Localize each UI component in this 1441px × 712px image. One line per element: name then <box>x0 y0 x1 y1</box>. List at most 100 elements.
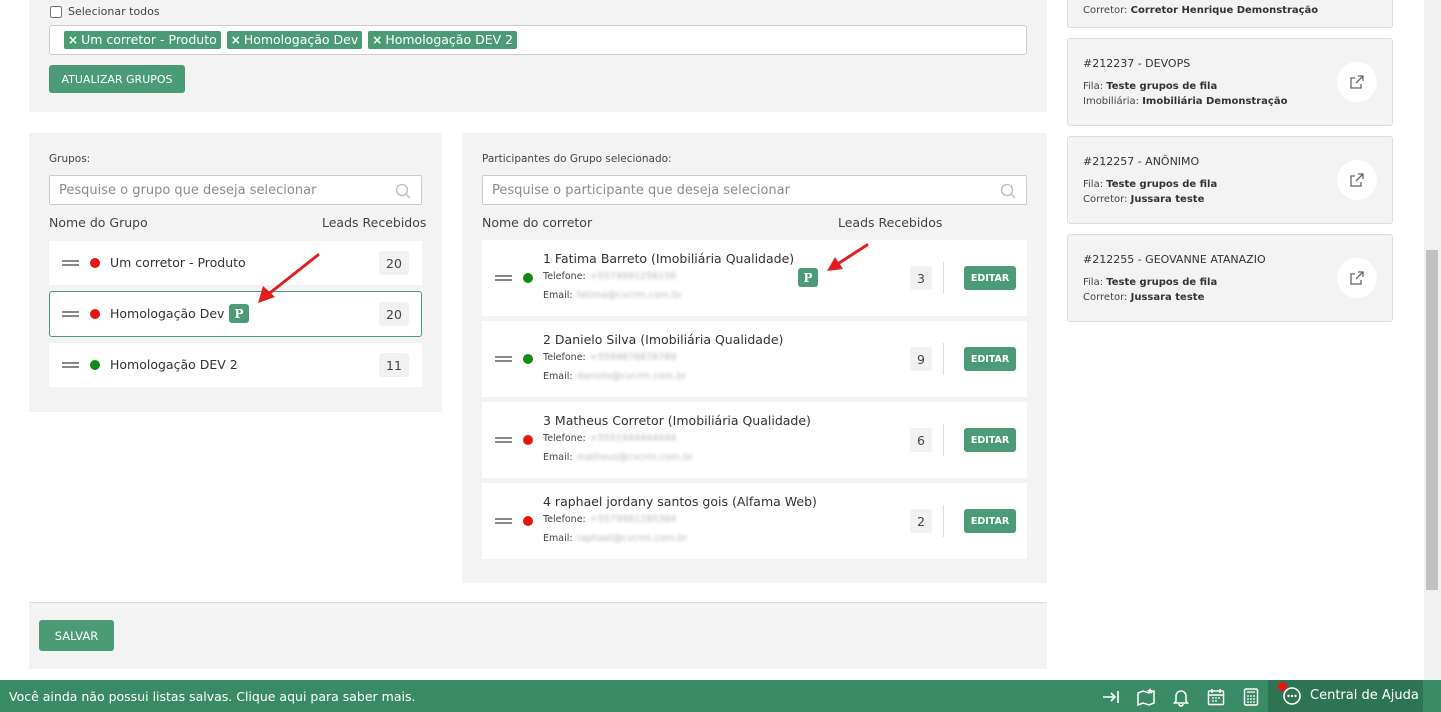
group-tag[interactable]: × Homologação DEV 2 <box>368 31 518 49</box>
card-queue-line: Fila: Teste grupos de fila <box>1083 81 1217 92</box>
group-row[interactable]: Homologação DEV 2 11 <box>49 343 422 387</box>
group-tag[interactable]: × Homologação Dev <box>226 31 363 49</box>
participant-phone-line: Telefone: +5579981285384 <box>543 514 676 525</box>
participant-name: 4 raphael jordany santos gois (Alfama We… <box>543 494 817 509</box>
edit-participant-button[interactable]: EDITAR <box>964 428 1016 452</box>
drag-handle-icon[interactable] <box>495 437 512 443</box>
status-dot <box>523 273 533 283</box>
calendar-icon[interactable] <box>1206 687 1226 707</box>
drag-handle-icon[interactable] <box>62 362 79 368</box>
participant-name: 2 Danielo Silva (Imobiliária Qualidade) <box>543 332 784 347</box>
drag-handle-icon[interactable] <box>62 260 79 266</box>
calculator-icon[interactable] <box>1241 687 1261 707</box>
card-value: Imobiliária Demonstração <box>1142 96 1288 107</box>
phone-label: Telefone: <box>543 514 586 525</box>
tag-label: Homologação Dev <box>243 32 359 47</box>
status-dot <box>90 258 100 268</box>
edit-participant-button[interactable]: EDITAR <box>964 347 1016 371</box>
email-value: matheus@cvcrm.com.br <box>576 452 694 463</box>
lead-card-partial[interactable]: Corretor: Corretor Henrique Demonstração <box>1067 0 1393 28</box>
drag-handle-icon[interactable] <box>495 275 512 281</box>
group-leads-count: 11 <box>379 353 409 377</box>
participant-row[interactable]: 2 Danielo Silva (Imobiliária Qualidade) … <box>482 321 1027 397</box>
drag-handle-icon[interactable] <box>495 518 512 524</box>
card-value: Jussara teste <box>1130 194 1205 205</box>
participant-row[interactable]: 4 raphael jordany santos gois (Alfama We… <box>482 483 1027 559</box>
broker-leads-header: Leads Recebidos <box>838 215 943 230</box>
phone-label: Telefone: <box>543 433 586 444</box>
remove-tag-icon[interactable]: × <box>68 33 78 47</box>
participant-row[interactable]: 3 Matheus Corretor (Imobiliária Qualidad… <box>482 402 1027 478</box>
participant-search-input[interactable]: Pesquise o participante que deseja selec… <box>482 175 1027 205</box>
lead-card-title: #212255 - GEOVANNE ATANAZIO <box>1083 253 1266 266</box>
edit-participant-button[interactable]: EDITAR <box>964 509 1016 533</box>
group-row[interactable]: Um corretor - Produto 20 <box>49 241 422 285</box>
group-tag[interactable]: × Um corretor - Produto <box>64 31 221 49</box>
help-center-button[interactable]: Central de Ajuda <box>1268 680 1423 712</box>
saved-lists-message[interactable]: Você ainda não possui listas salvas. Cli… <box>9 689 415 704</box>
participant-name: 1 Fatima Barreto (Imobiliária Qualidade) <box>543 251 795 266</box>
card-label: Corretor: <box>1083 194 1128 205</box>
group-name-header: Nome do Grupo <box>49 215 148 230</box>
participant-phone-line: Telefone: +5599876878789 <box>543 352 676 363</box>
divider <box>943 262 944 294</box>
card-label: Fila: <box>1083 277 1104 288</box>
select-all-checkbox[interactable] <box>50 5 62 18</box>
select-all-row[interactable]: Selecionar todos <box>50 5 160 18</box>
participants-label: Participantes do Grupo selecionado: <box>482 153 672 165</box>
save-button[interactable]: SALVAR <box>39 620 114 651</box>
tag-label: Um corretor - Produto <box>81 32 217 47</box>
map-star-icon[interactable] <box>1136 687 1156 707</box>
card-value: Teste grupos de fila <box>1106 277 1218 288</box>
divider <box>943 424 944 456</box>
lead-card[interactable]: #212237 - DEVOPS Fila: Teste grupos de f… <box>1067 38 1393 126</box>
participant-row[interactable]: 1 Fatima Barreto (Imobiliária Qualidade)… <box>482 240 1027 316</box>
status-dot <box>523 354 533 364</box>
card-agency-line: Imobiliária: Imobiliária Demonstração <box>1083 96 1287 107</box>
remove-tag-icon[interactable]: × <box>231 33 241 47</box>
help-center-label: Central de Ajuda <box>1310 688 1419 703</box>
lead-card[interactable]: #212255 - GEOVANNE ATANAZIO Fila: Teste … <box>1067 234 1393 322</box>
phone-value: +5579991256156 <box>589 271 677 282</box>
participant-email-line: Email: raphael@cvcrm.com.br <box>543 533 687 544</box>
group-leads-count: 20 <box>379 302 409 326</box>
group-row-selected[interactable]: Homologação Dev P 20 <box>49 291 422 337</box>
group-search-input[interactable]: Pesquise o grupo que deseja selecionar <box>49 175 422 205</box>
group-search-placeholder: Pesquise o grupo que deseja selecionar <box>59 182 317 198</box>
open-lead-button[interactable] <box>1337 62 1377 102</box>
open-lead-button[interactable] <box>1337 258 1377 298</box>
group-leads-count: 20 <box>379 251 409 275</box>
search-icon <box>1000 183 1016 199</box>
phone-value: +5579981285384 <box>589 514 677 525</box>
remove-tag-icon[interactable]: × <box>372 33 382 47</box>
card-label: Fila: <box>1083 81 1104 92</box>
status-dot <box>90 309 100 319</box>
update-groups-button[interactable]: ATUALIZAR GRUPOS <box>49 65 185 93</box>
divider <box>943 343 944 375</box>
participant-phone-line: Telefone: +5579991256156 <box>543 271 676 282</box>
search-icon <box>395 183 411 199</box>
drag-handle-icon[interactable] <box>495 356 512 362</box>
email-value: fatima@cvcrm.com.br <box>576 290 682 301</box>
card-broker-line: Corretor: Jussara teste <box>1083 194 1204 205</box>
status-dot <box>523 435 533 445</box>
lead-card[interactable]: #212257 - ANÔNIMO Fila: Teste grupos de … <box>1067 136 1393 224</box>
card-value: Corretor Henrique Demonstração <box>1130 5 1319 16</box>
drag-handle-icon[interactable] <box>62 311 79 317</box>
scrollbar-thumb[interactable] <box>1426 250 1438 590</box>
divider <box>943 505 944 537</box>
open-lead-button[interactable] <box>1337 160 1377 200</box>
phone-label: Telefone: <box>543 352 586 363</box>
edit-participant-button[interactable]: EDITAR <box>964 266 1016 290</box>
email-label: Email: <box>543 533 573 544</box>
arrow-to-right-icon[interactable] <box>1101 687 1121 707</box>
external-link-icon <box>1350 173 1364 187</box>
group-name: Um corretor - Produto <box>110 255 246 270</box>
card-queue-line: Fila: Teste grupos de fila <box>1083 179 1217 190</box>
group-name: Homologação DEV 2 <box>110 357 238 372</box>
participant-email-line: Email: matheus@cvcrm.com.br <box>543 452 693 463</box>
bell-icon[interactable] <box>1171 687 1191 707</box>
participant-search-placeholder: Pesquise o participante que deseja selec… <box>492 182 790 198</box>
participant-leads-count: 9 <box>910 347 932 371</box>
selected-groups-field[interactable]: × Um corretor - Produto × Homologação Dev … <box>49 25 1027 55</box>
